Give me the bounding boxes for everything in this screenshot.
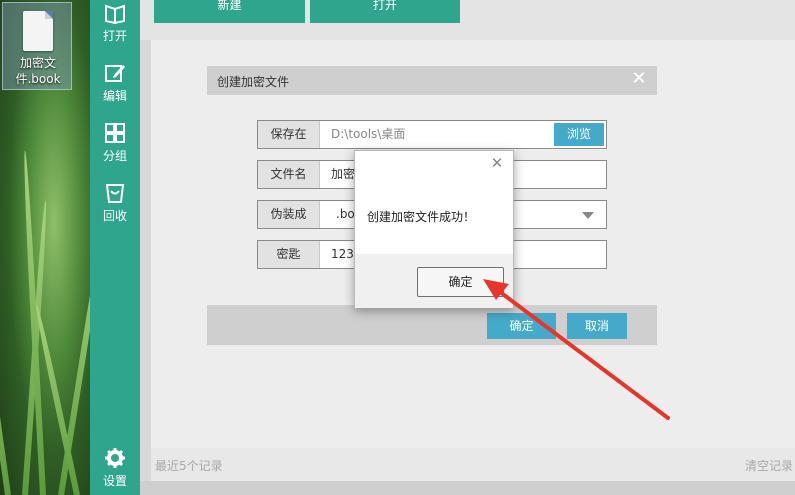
window-bottom-edge	[140, 481, 795, 495]
message-box-footer: 确定	[355, 254, 513, 308]
book-open-icon	[105, 4, 125, 24]
sidebar: 打开 编辑 分组 回收 设置	[90, 0, 140, 495]
close-icon[interactable]: ✕	[629, 69, 649, 89]
footer: 最近5个记录 清空记录	[151, 448, 795, 481]
close-icon[interactable]: ✕	[489, 155, 505, 171]
sidebar-item-label: 打开	[102, 29, 127, 43]
save-location-field: 保存在 D:\tools\桌面 浏览	[257, 120, 607, 149]
trash-bag-icon	[105, 184, 125, 203]
filename-input[interactable]: 加密	[331, 161, 355, 188]
password-label: 密匙	[258, 241, 320, 268]
grass-blade	[0, 261, 11, 495]
desktop-file-icon[interactable]: 加密文件.book	[2, 2, 72, 90]
create-dialog-titlebar: 创建加密文件 ✕	[207, 66, 657, 95]
dialog-title: 创建加密文件	[217, 75, 290, 89]
save-location-label: 保存在	[258, 121, 320, 148]
filename-label: 文件名	[258, 161, 320, 188]
grid-icon	[105, 123, 125, 143]
message-box: ✕ 创建加密文件成功！ 确定	[354, 150, 514, 308]
sidebar-item-edit[interactable]: 编辑	[90, 60, 140, 115]
sidebar-item-recycle[interactable]: 回收	[90, 180, 140, 235]
edit-icon	[105, 65, 125, 82]
open-button[interactable]: 打开	[310, 0, 460, 23]
sidebar-item-label: 分组	[102, 149, 127, 163]
grass-blade	[58, 232, 90, 495]
sidebar-item-label: 设置	[102, 474, 127, 488]
chevron-down-icon[interactable]	[582, 212, 594, 219]
file-icon	[23, 11, 53, 51]
gear-icon	[105, 448, 125, 468]
recent-records-label: 最近5个记录	[155, 459, 223, 473]
toolbar: 新建 打开	[140, 0, 795, 40]
disguise-select[interactable]: .bo	[336, 201, 355, 228]
save-path-input[interactable]: D:\tools\桌面	[331, 121, 405, 148]
sidebar-item-group[interactable]: 分组	[90, 120, 140, 175]
ok-button[interactable]: 确定	[417, 267, 504, 297]
sidebar-item-open[interactable]: 打开	[90, 0, 140, 55]
sidebar-item-settings[interactable]: 设置	[90, 445, 140, 495]
new-button[interactable]: 新建	[154, 0, 305, 23]
cancel-button[interactable]: 取消	[567, 313, 627, 339]
sidebar-item-label: 编辑	[102, 89, 127, 103]
desktop-background: 加密文件.book	[0, 0, 90, 495]
message-text: 创建加密文件成功！	[367, 210, 476, 224]
clear-records-link[interactable]: 清空记录	[745, 457, 793, 474]
disguise-label: 伪装成	[258, 201, 320, 228]
browse-button[interactable]: 浏览	[554, 123, 604, 146]
confirm-button[interactable]: 确定	[487, 313, 556, 339]
sidebar-item-label: 回收	[102, 209, 127, 223]
desktop-file-label: 加密文件.book	[15, 56, 61, 86]
